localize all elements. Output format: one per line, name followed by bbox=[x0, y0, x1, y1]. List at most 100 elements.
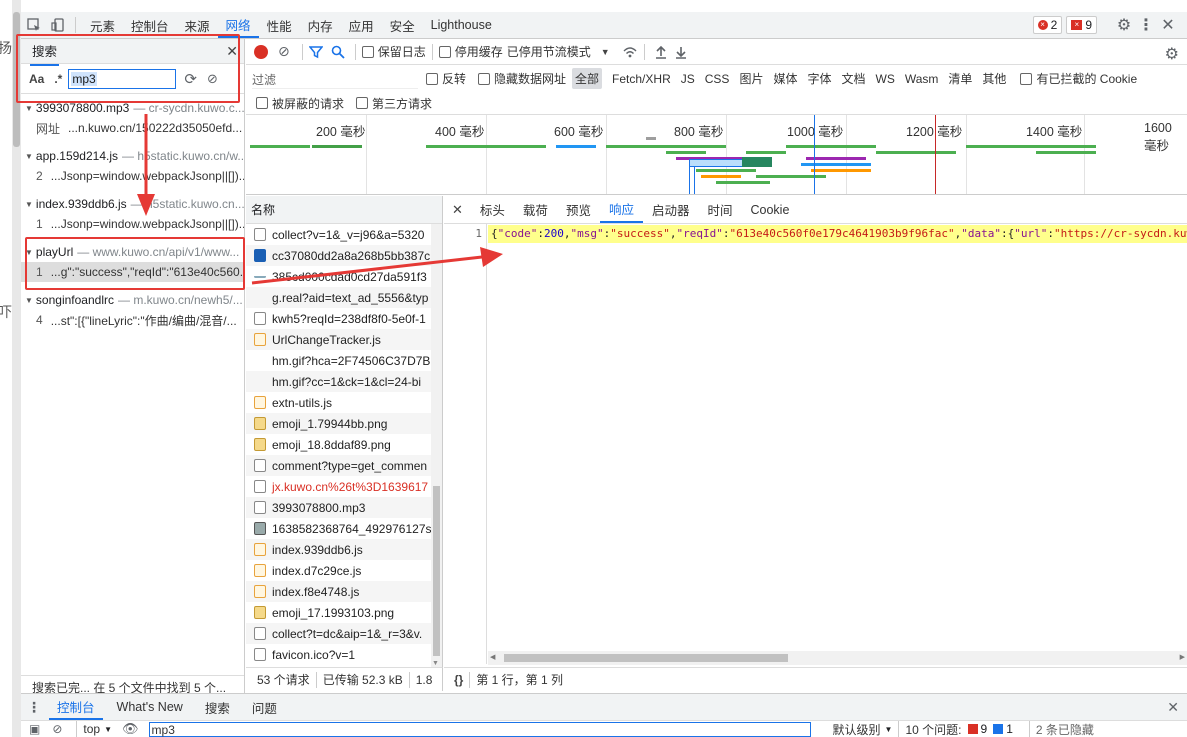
request-scrollbar-thumb[interactable] bbox=[433, 486, 440, 656]
clear-log-icon[interactable]: ⊘ bbox=[278, 43, 290, 60]
search-result-match[interactable]: 4 ...st":[{"lineLyric":"作曲/编曲/混音/... bbox=[21, 310, 244, 330]
third-party-checkbox[interactable]: 第三方请求 bbox=[356, 95, 432, 112]
drawer-tab-whats-new[interactable]: What's New bbox=[109, 694, 191, 720]
context-selector[interactable]: top bbox=[83, 722, 100, 736]
close-detail-icon[interactable]: ✕ bbox=[452, 202, 463, 218]
request-scrollbar[interactable]: ▼ bbox=[431, 224, 442, 667]
invert-checkbox[interactable]: 反转 bbox=[426, 70, 466, 87]
live-expression-eye-icon[interactable]: 👁 bbox=[122, 721, 139, 737]
device-toolbar-icon[interactable] bbox=[47, 18, 69, 32]
request-row[interactable]: collect?t=dc&aip=1&_r=3&v. bbox=[246, 623, 442, 644]
request-row[interactable]: index.f8e4748.js bbox=[246, 581, 442, 602]
tab-timing[interactable]: 时间 bbox=[698, 197, 741, 223]
drawer-menu-icon[interactable]: ⋮ bbox=[27, 699, 41, 716]
tab-headers[interactable]: 标头 bbox=[471, 197, 514, 223]
blocked-requests-checkbox[interactable]: 被屏蔽的请求 bbox=[256, 95, 344, 112]
record-icon[interactable] bbox=[254, 44, 268, 59]
search-result-file[interactable]: ▼ app.159d214.js — h5static.kuwo.cn/w... bbox=[21, 146, 244, 166]
request-row[interactable]: index.939ddb6.js bbox=[246, 539, 442, 560]
scroll-left-arrow-icon[interactable]: ◀ bbox=[490, 653, 495, 661]
drawer-tab-console[interactable]: 控制台 bbox=[49, 694, 103, 720]
dropdown-arrow-icon[interactable]: ▼ bbox=[601, 47, 610, 57]
request-row[interactable]: index.d7c29ce.js bbox=[246, 560, 442, 581]
tab-memory[interactable]: 内存 bbox=[300, 12, 341, 38]
filter-type-fetch-xhr[interactable]: Fetch/XHR bbox=[612, 72, 671, 86]
tab-lighthouse[interactable]: Lighthouse bbox=[423, 12, 500, 38]
filter-type-css[interactable]: CSS bbox=[705, 72, 730, 86]
request-row[interactable]: collect?v=1&_v=j96&a=5320 bbox=[246, 224, 442, 245]
filter-type-doc[interactable]: 文档 bbox=[841, 70, 865, 87]
hscrollbar-thumb[interactable] bbox=[504, 654, 788, 662]
context-dropdown-icon[interactable]: ▼ bbox=[104, 725, 112, 734]
search-result-match[interactable]: 网址 ...n.kuwo.cn/150222d35050efd... bbox=[21, 118, 244, 138]
filter-type-font[interactable]: 字体 bbox=[807, 70, 831, 87]
pretty-print-button[interactable]: {} bbox=[454, 673, 463, 687]
filter-type-media[interactable]: 媒体 bbox=[773, 70, 797, 87]
hide-data-urls-checkbox[interactable]: 隐藏数据网址 bbox=[478, 70, 566, 87]
filter-funnel-icon[interactable] bbox=[308, 45, 323, 59]
tab-performance[interactable]: 性能 bbox=[259, 12, 300, 38]
filter-input[interactable]: 过滤 bbox=[252, 69, 418, 89]
log-level-select[interactable]: 默认级别 bbox=[833, 721, 881, 737]
scroll-right-arrow-icon[interactable]: ▶ bbox=[1180, 653, 1185, 661]
request-row[interactable]: cc37080dd2a8a268b5bb387c bbox=[246, 245, 442, 266]
search-icon[interactable] bbox=[331, 45, 345, 59]
request-row[interactable]: hm.gif?cc=1&ck=1&cl=24-bi bbox=[246, 371, 442, 392]
request-row[interactable]: g.real?aid=text_ad_5556&typ bbox=[246, 287, 442, 308]
request-row[interactable]: jx.kuwo.cn%26t%3D1639617 bbox=[246, 476, 442, 497]
request-row[interactable]: 385cd000cdad0cd27da591f3 bbox=[246, 266, 442, 287]
import-har-icon[interactable] bbox=[655, 45, 667, 59]
preserve-log-checkbox[interactable]: 保留日志 bbox=[361, 43, 426, 60]
request-row[interactable]: hm.gif?hca=2F74506C37D7BE bbox=[246, 350, 442, 371]
filter-type-wasm[interactable]: Wasm bbox=[905, 72, 939, 86]
search-result-file[interactable]: ▼ index.939ddb6.js — h5static.kuwo.cn... bbox=[21, 194, 244, 214]
filter-type-js[interactable]: JS bbox=[681, 72, 695, 86]
request-row[interactable]: 1638582368764_492976127s. bbox=[246, 518, 442, 539]
error-badge[interactable]: × 2 bbox=[1032, 16, 1063, 34]
drawer-tab-search[interactable]: 搜索 bbox=[197, 694, 238, 720]
disable-cache-checkbox[interactable]: 停用缓存 bbox=[438, 43, 503, 60]
console-filter-input[interactable]: mp3 bbox=[148, 721, 811, 737]
filter-type-img[interactable]: 图片 bbox=[739, 70, 763, 87]
close-drawer-icon[interactable]: ✕ bbox=[1167, 699, 1179, 716]
response-body-line[interactable]: {"code":200,"msg":"success","reqId":"613… bbox=[488, 225, 1187, 243]
request-row[interactable]: extn-utils.js bbox=[246, 392, 442, 413]
blocked-cookies-checkbox[interactable]: 有已拦截的 Cookie bbox=[1020, 70, 1137, 87]
filter-type-manifest[interactable]: 清单 bbox=[948, 70, 972, 87]
request-row[interactable]: 3993078800.mp3 bbox=[246, 497, 442, 518]
request-row[interactable]: favicon.ico?v=1 bbox=[246, 644, 442, 665]
response-hscrollbar[interactable]: ◀ ▶ bbox=[488, 651, 1187, 665]
tab-preview[interactable]: 预览 bbox=[557, 197, 600, 223]
tab-cookies[interactable]: Cookie bbox=[742, 197, 799, 223]
sidebar-toggle-icon[interactable]: ▣ bbox=[29, 722, 40, 736]
tab-application[interactable]: 应用 bbox=[341, 12, 382, 38]
tab-payload[interactable]: 载荷 bbox=[514, 197, 557, 223]
inspect-icon[interactable] bbox=[21, 18, 47, 32]
tab-initiator[interactable]: 启动器 bbox=[643, 197, 699, 223]
export-har-icon[interactable] bbox=[675, 45, 687, 59]
splitter[interactable] bbox=[12, 0, 21, 737]
tab-security[interactable]: 安全 bbox=[382, 12, 423, 38]
close-devtools-icon[interactable]: ✕ bbox=[1157, 15, 1179, 35]
drawer-tab-issues[interactable]: 问题 bbox=[244, 694, 285, 720]
settings-gear-icon[interactable]: ⚙ bbox=[1113, 15, 1135, 35]
network-settings-gear-icon[interactable]: ⚙ bbox=[1165, 44, 1179, 64]
request-row[interactable]: emoji_17.1993103.png bbox=[246, 602, 442, 623]
network-conditions-icon[interactable] bbox=[622, 45, 638, 59]
request-row[interactable]: UrlChangeTracker.js bbox=[246, 329, 442, 350]
filter-type-ws[interactable]: WS bbox=[876, 72, 895, 86]
more-options-icon[interactable]: ⋮ bbox=[1135, 15, 1157, 35]
timeline-overview[interactable]: 200 毫秒 400 毫秒 600 毫秒 800 毫秒 1000 毫秒 1200… bbox=[246, 115, 1187, 195]
request-row[interactable]: kwh5?reqId=238df8f0-5e0f-1 bbox=[246, 308, 442, 329]
filter-type-all[interactable]: 全部 bbox=[572, 68, 603, 89]
throttling-select[interactable]: 已停用节流模式 bbox=[507, 43, 591, 60]
search-result-match[interactable]: 2 ...Jsonp=window.webpackJsonp||[])... bbox=[21, 166, 244, 186]
warning-badge[interactable]: × 9 bbox=[1066, 16, 1097, 34]
request-row[interactable]: emoji_1.79944bb.png bbox=[246, 413, 442, 434]
request-list-header[interactable]: 名称 bbox=[246, 196, 442, 224]
level-dropdown-icon[interactable]: ▼ bbox=[885, 725, 893, 734]
issues-label[interactable]: 10 个问题: bbox=[905, 721, 961, 737]
scroll-down-arrow-icon[interactable]: ▼ bbox=[432, 660, 439, 667]
tab-response[interactable]: 响应 bbox=[599, 197, 643, 223]
filter-type-other[interactable]: 其他 bbox=[982, 70, 1006, 87]
